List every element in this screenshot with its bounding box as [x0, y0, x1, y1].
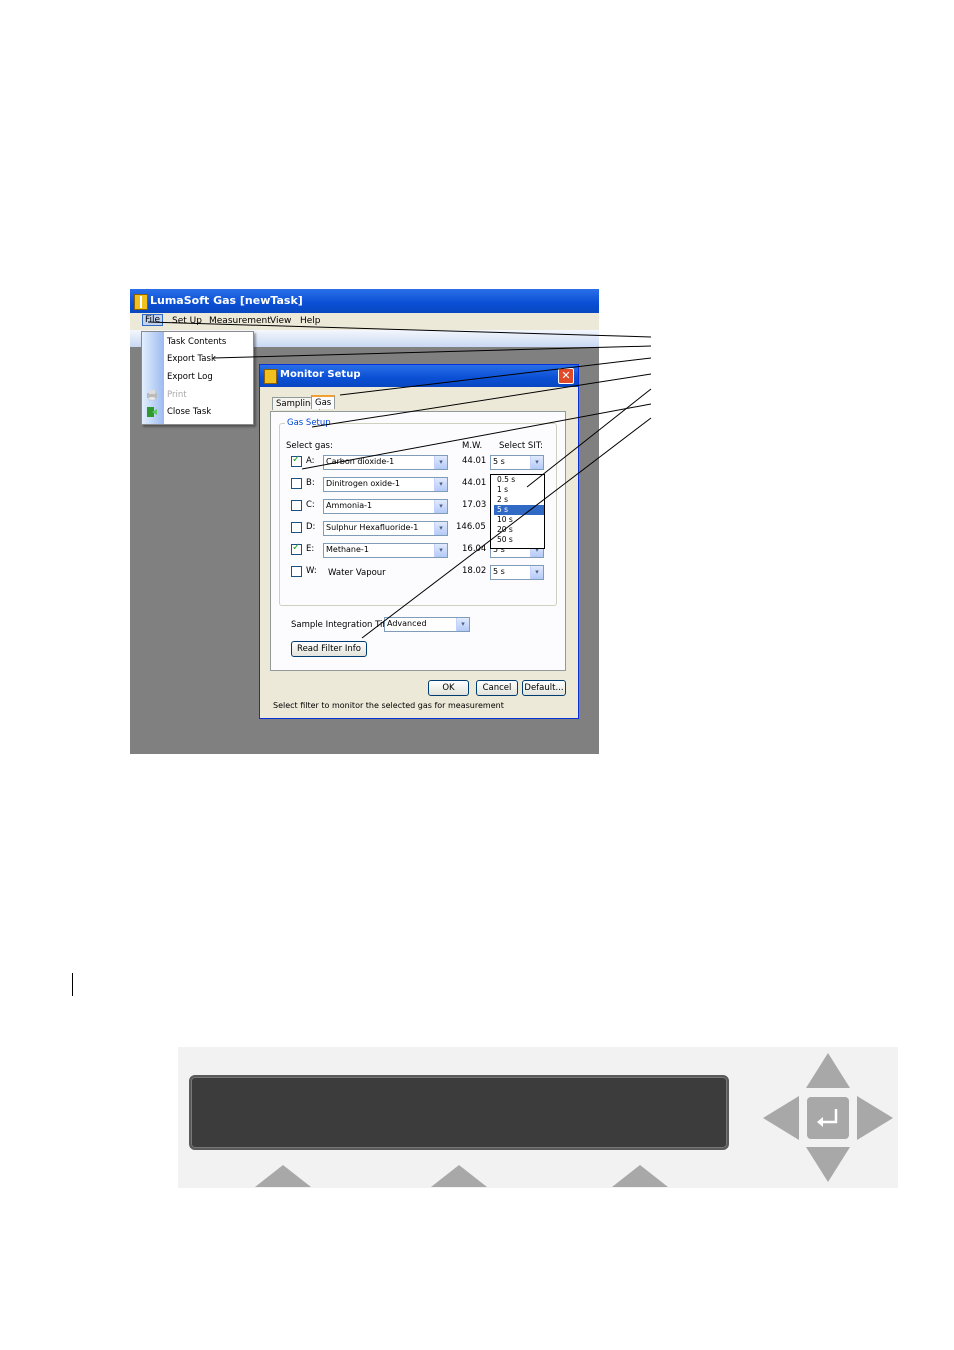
callout-line-7: [361, 417, 652, 639]
callout-line-1: [147, 321, 652, 338]
callout-line-2: [212, 345, 652, 359]
tab-gas[interactable]: Gas: [311, 395, 336, 409]
callout-line-4: [311, 373, 652, 428]
soft-key-2[interactable]: [431, 1165, 487, 1187]
soft-key-1[interactable]: [255, 1165, 311, 1187]
device-keypad-panel: [178, 1047, 898, 1188]
lcd-display: [189, 1075, 729, 1150]
arrow-up-icon[interactable]: [806, 1053, 850, 1088]
callout-lines: [147, 321, 652, 639]
arrow-left-icon[interactable]: [763, 1096, 799, 1140]
enter-button[interactable]: [807, 1097, 849, 1139]
enter-icon: [817, 1109, 838, 1127]
arrow-right-icon[interactable]: [857, 1096, 893, 1140]
margin-bar: [72, 973, 73, 996]
soft-key-3[interactable]: [612, 1165, 668, 1187]
callout-line-5: [301, 403, 652, 470]
arrow-down-icon[interactable]: [806, 1147, 850, 1182]
callout-line-6: [526, 388, 652, 488]
callout-line-3: [339, 357, 652, 396]
